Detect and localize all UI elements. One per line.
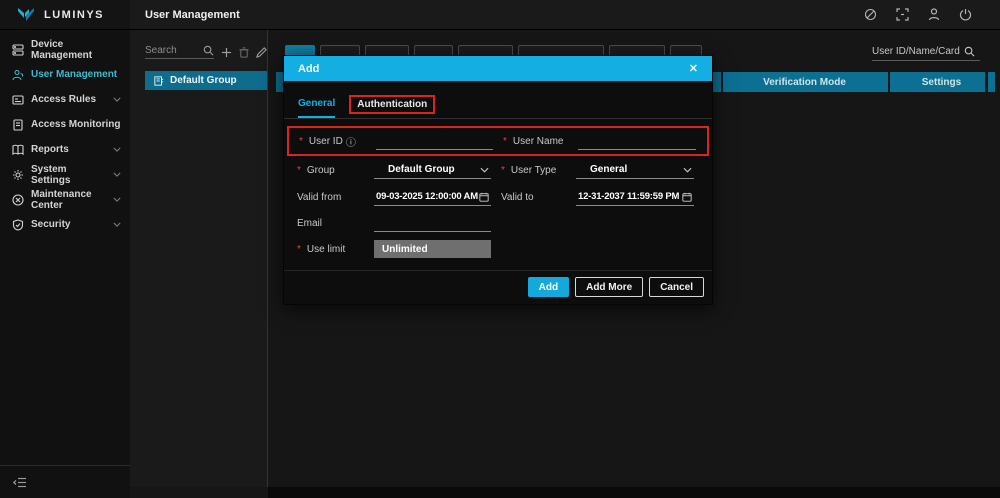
user-type-label: User Type bbox=[501, 165, 576, 176]
email-input[interactable] bbox=[374, 217, 491, 228]
group-search-row bbox=[145, 45, 257, 59]
group-icon bbox=[154, 76, 164, 86]
calendar-icon bbox=[682, 192, 692, 202]
user-id-field[interactable] bbox=[376, 133, 493, 150]
top-bar: LUMINYS User Management bbox=[0, 0, 1000, 30]
sidebar-footer bbox=[0, 465, 130, 498]
devices-icon bbox=[12, 44, 24, 56]
use-limit-label: Use limit bbox=[297, 244, 374, 255]
tab-authentication[interactable]: Authentication bbox=[349, 95, 435, 114]
chevron-down-icon bbox=[113, 97, 121, 102]
user-name-label: User Name bbox=[503, 136, 578, 147]
modal-form: User ID ⓘ User Name Group bbox=[284, 119, 712, 261]
sidebar-item-maintenance-center[interactable]: Maintenance Center bbox=[0, 187, 130, 212]
search-icon bbox=[203, 45, 214, 56]
valid-to-picker[interactable]: 12-31-2037 11:59:59 PM bbox=[576, 189, 694, 206]
sidebar-item-label: Reports bbox=[31, 144, 69, 155]
delete-group-icon[interactable] bbox=[239, 47, 249, 58]
valid-from-picker[interactable]: 09-03-2025 12:00:00 AM bbox=[374, 189, 491, 206]
sidebar-item-label: Security bbox=[31, 219, 70, 230]
wrench-icon bbox=[12, 194, 24, 206]
cancel-button[interactable]: Cancel bbox=[649, 277, 704, 297]
user-search[interactable] bbox=[872, 46, 980, 61]
monitor-doc-icon bbox=[12, 119, 24, 131]
table-scrollbar-block bbox=[988, 72, 995, 92]
group-label: Group bbox=[297, 165, 374, 176]
group-item-default-group[interactable]: Default Group bbox=[145, 71, 267, 90]
modal-header: Add ✕ bbox=[284, 56, 712, 81]
info-icon: ⓘ bbox=[346, 134, 356, 149]
sidebar-item-security[interactable]: Security bbox=[0, 212, 130, 237]
email-label: Email bbox=[297, 218, 374, 229]
brand-logo: LUMINYS bbox=[0, 0, 130, 29]
sidebar-item-device-management[interactable]: Device Management bbox=[0, 37, 130, 62]
add-button[interactable]: Add bbox=[528, 277, 569, 297]
user-id-input[interactable] bbox=[376, 135, 493, 146]
column-header-verification-mode: Verification Mode bbox=[721, 72, 886, 92]
luminys-logo-icon bbox=[16, 7, 36, 22]
page-title: User Management bbox=[130, 0, 240, 29]
topbar-actions bbox=[864, 0, 1000, 29]
group-item-label: Default Group bbox=[170, 75, 237, 86]
sidebar-item-system-settings[interactable]: System Settings bbox=[0, 162, 130, 187]
column-header-settings: Settings bbox=[888, 72, 993, 92]
sidebar-item-user-management[interactable]: User Management bbox=[0, 62, 130, 87]
sidebar-item-label: User Management bbox=[31, 69, 117, 80]
calendar-icon bbox=[479, 192, 489, 202]
card-icon bbox=[12, 94, 24, 106]
chevron-down-icon bbox=[480, 167, 489, 173]
add-more-button[interactable]: Add More bbox=[575, 277, 643, 297]
power-icon[interactable] bbox=[959, 8, 972, 21]
theme-icon[interactable] bbox=[864, 8, 877, 21]
user-icon bbox=[12, 69, 24, 81]
user-name-field[interactable] bbox=[578, 133, 696, 150]
chevron-down-icon bbox=[683, 167, 692, 173]
sidebar-item-label: System Settings bbox=[31, 164, 106, 186]
sidebar-nav: Device Management User Management Access… bbox=[0, 30, 130, 498]
sidebar-item-access-rules[interactable]: Access Rules bbox=[0, 87, 130, 112]
search-icon bbox=[964, 46, 975, 57]
chevron-down-icon bbox=[113, 172, 121, 177]
group-search-input[interactable] bbox=[145, 45, 203, 56]
book-icon bbox=[12, 144, 24, 156]
close-icon[interactable]: ✕ bbox=[689, 62, 698, 75]
modal-tabs: General Authentication bbox=[284, 81, 712, 119]
modal-title: Add bbox=[298, 63, 319, 75]
use-limit-field: Unlimited bbox=[374, 240, 491, 258]
modal-footer: Add Add More Cancel bbox=[284, 270, 712, 304]
gear-icon bbox=[12, 169, 24, 181]
user-id-label: User ID ⓘ bbox=[299, 134, 376, 149]
user-name-input[interactable] bbox=[578, 135, 696, 146]
annotation-highlight-box: User ID ⓘ User Name bbox=[287, 126, 709, 156]
shield-icon bbox=[12, 219, 24, 231]
sidebar-item-label: Maintenance Center bbox=[31, 189, 106, 211]
sidebar-item-reports[interactable]: Reports bbox=[0, 137, 130, 162]
user-search-input[interactable] bbox=[872, 46, 964, 57]
fullscreen-icon[interactable] bbox=[896, 8, 909, 21]
chevron-down-icon bbox=[113, 197, 121, 202]
chevron-down-icon bbox=[113, 147, 121, 152]
collapse-sidebar-icon[interactable] bbox=[13, 477, 27, 488]
brand-name: LUMINYS bbox=[44, 9, 104, 21]
edit-group-icon[interactable] bbox=[256, 47, 267, 58]
email-field[interactable] bbox=[374, 215, 491, 232]
group-search[interactable] bbox=[145, 45, 214, 59]
sidebar-item-label: Device Management bbox=[31, 39, 121, 61]
add-group-icon[interactable] bbox=[221, 47, 232, 58]
sidebar-item-label: Access Monitoring bbox=[31, 119, 120, 130]
group-panel: Default Group bbox=[130, 30, 268, 487]
valid-from-label: Valid from bbox=[297, 192, 374, 203]
sidebar-item-label: Access Rules bbox=[31, 94, 96, 105]
user-account-icon[interactable] bbox=[928, 8, 940, 21]
sidebar-item-access-monitoring[interactable]: Access Monitoring bbox=[0, 112, 130, 137]
group-select[interactable]: Default Group bbox=[374, 162, 491, 179]
bottom-strip bbox=[268, 487, 1000, 498]
user-type-select[interactable]: General bbox=[576, 162, 694, 179]
chevron-down-icon bbox=[113, 222, 121, 227]
tab-general[interactable]: General bbox=[298, 98, 335, 118]
valid-to-label: Valid to bbox=[501, 192, 576, 203]
add-user-modal: Add ✕ General Authentication User ID ⓘ U… bbox=[283, 55, 713, 305]
